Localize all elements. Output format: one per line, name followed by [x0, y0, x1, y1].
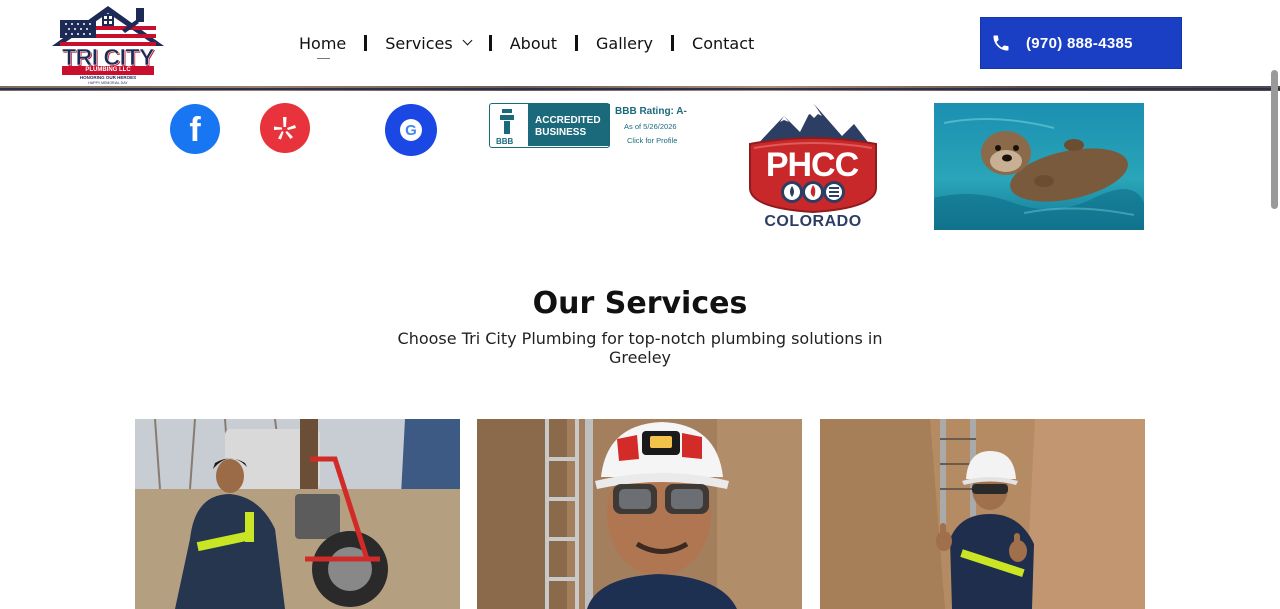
logo-title: TRI CITY: [62, 44, 155, 70]
nav-label-services: Services: [385, 33, 453, 53]
tri-city-logo[interactable]: TRI CITY PLUMBING LLC HONORING OUR HEROE…: [44, 2, 172, 86]
nav-item-home[interactable]: Home: [299, 31, 347, 59]
google-link[interactable]: G: [385, 104, 437, 156]
bbb-as-of-date: As of 5/26/2026: [624, 122, 677, 131]
logo-tagline-secondary: HAPPY MEMORIAL DAY: [88, 81, 128, 85]
nav-label-gallery: Gallery: [596, 33, 654, 53]
plumber-with-drain-machine-photo: [135, 419, 460, 609]
google-icon: G: [400, 119, 422, 141]
nav-label-contact: Contact: [692, 33, 755, 53]
bbb-torch-icon: BBB: [492, 106, 526, 146]
services-subheading: Choose Tri City Plumbing for top-notch p…: [397, 329, 883, 367]
services-heading: Our Services: [532, 286, 748, 321]
main-nav: Home Services About Gallery Contact: [299, 31, 754, 59]
page-scrollbar[interactable]: [1271, 70, 1278, 209]
plumber-in-trench-thumbs-up-photo: [820, 419, 1145, 609]
service-photo-trench-work[interactable]: [820, 419, 1145, 609]
bbb-profile-link[interactable]: Click for Profile: [627, 136, 677, 145]
nav-divider: [364, 35, 368, 51]
otter-photo[interactable]: [934, 103, 1144, 230]
otter-swimming-image: [934, 103, 1144, 230]
bbb-accredited-badge[interactable]: BBB ACCREDITED BUSINESS BBB Rating: A- A…: [489, 103, 697, 149]
nav-divider: [488, 35, 492, 51]
header-divider: [0, 88, 1280, 90]
bbb-seal-label: BBB: [496, 137, 514, 146]
site-header: TRI CITY PLUMBING LLC HONORING OUR HEROE…: [0, 0, 1280, 86]
bbb-line-1: ACCREDITED: [535, 115, 601, 126]
logo-subtitle: PLUMBING LLC: [62, 66, 154, 75]
call-phone-button[interactable]: (970) 888-4385: [980, 17, 1182, 69]
nav-divider: [671, 35, 675, 51]
facebook-icon: f: [189, 111, 201, 149]
yelp-link[interactable]: [260, 103, 310, 153]
phcc-wordmark: PHCC: [765, 146, 859, 184]
nav-divider: [575, 35, 579, 51]
nav-item-about[interactable]: About: [510, 31, 557, 55]
service-photo-excavation[interactable]: [477, 419, 802, 609]
service-photo-drain-cleaning[interactable]: [135, 419, 460, 609]
nav-label-home: Home: [299, 33, 347, 53]
yelp-icon: [274, 117, 296, 140]
plumber-in-hardhat-selfie-photo: [477, 419, 802, 609]
chevron-down-icon: [462, 35, 473, 46]
phcc-state-label: COLORADO: [764, 213, 862, 230]
nav-item-contact[interactable]: Contact: [692, 31, 754, 55]
phcc-colorado-badge[interactable]: PHCC COLORADO: [742, 102, 884, 232]
active-indicator: [317, 58, 330, 59]
phone-number: (970) 888-4385: [1026, 35, 1133, 52]
facebook-link[interactable]: f: [170, 104, 220, 154]
bbb-accredited-panel: ACCREDITED BUSINESS: [528, 104, 610, 146]
nav-label-about: About: [509, 33, 558, 53]
nav-item-gallery[interactable]: Gallery: [596, 31, 653, 55]
nav-item-services[interactable]: Services: [385, 31, 473, 55]
bbb-line-2: BUSINESS: [535, 127, 587, 138]
bbb-seal-box: BBB ACCREDITED BUSINESS: [489, 103, 610, 148]
phone-icon: [993, 35, 1009, 51]
bbb-rating: BBB Rating: A-: [615, 106, 687, 117]
